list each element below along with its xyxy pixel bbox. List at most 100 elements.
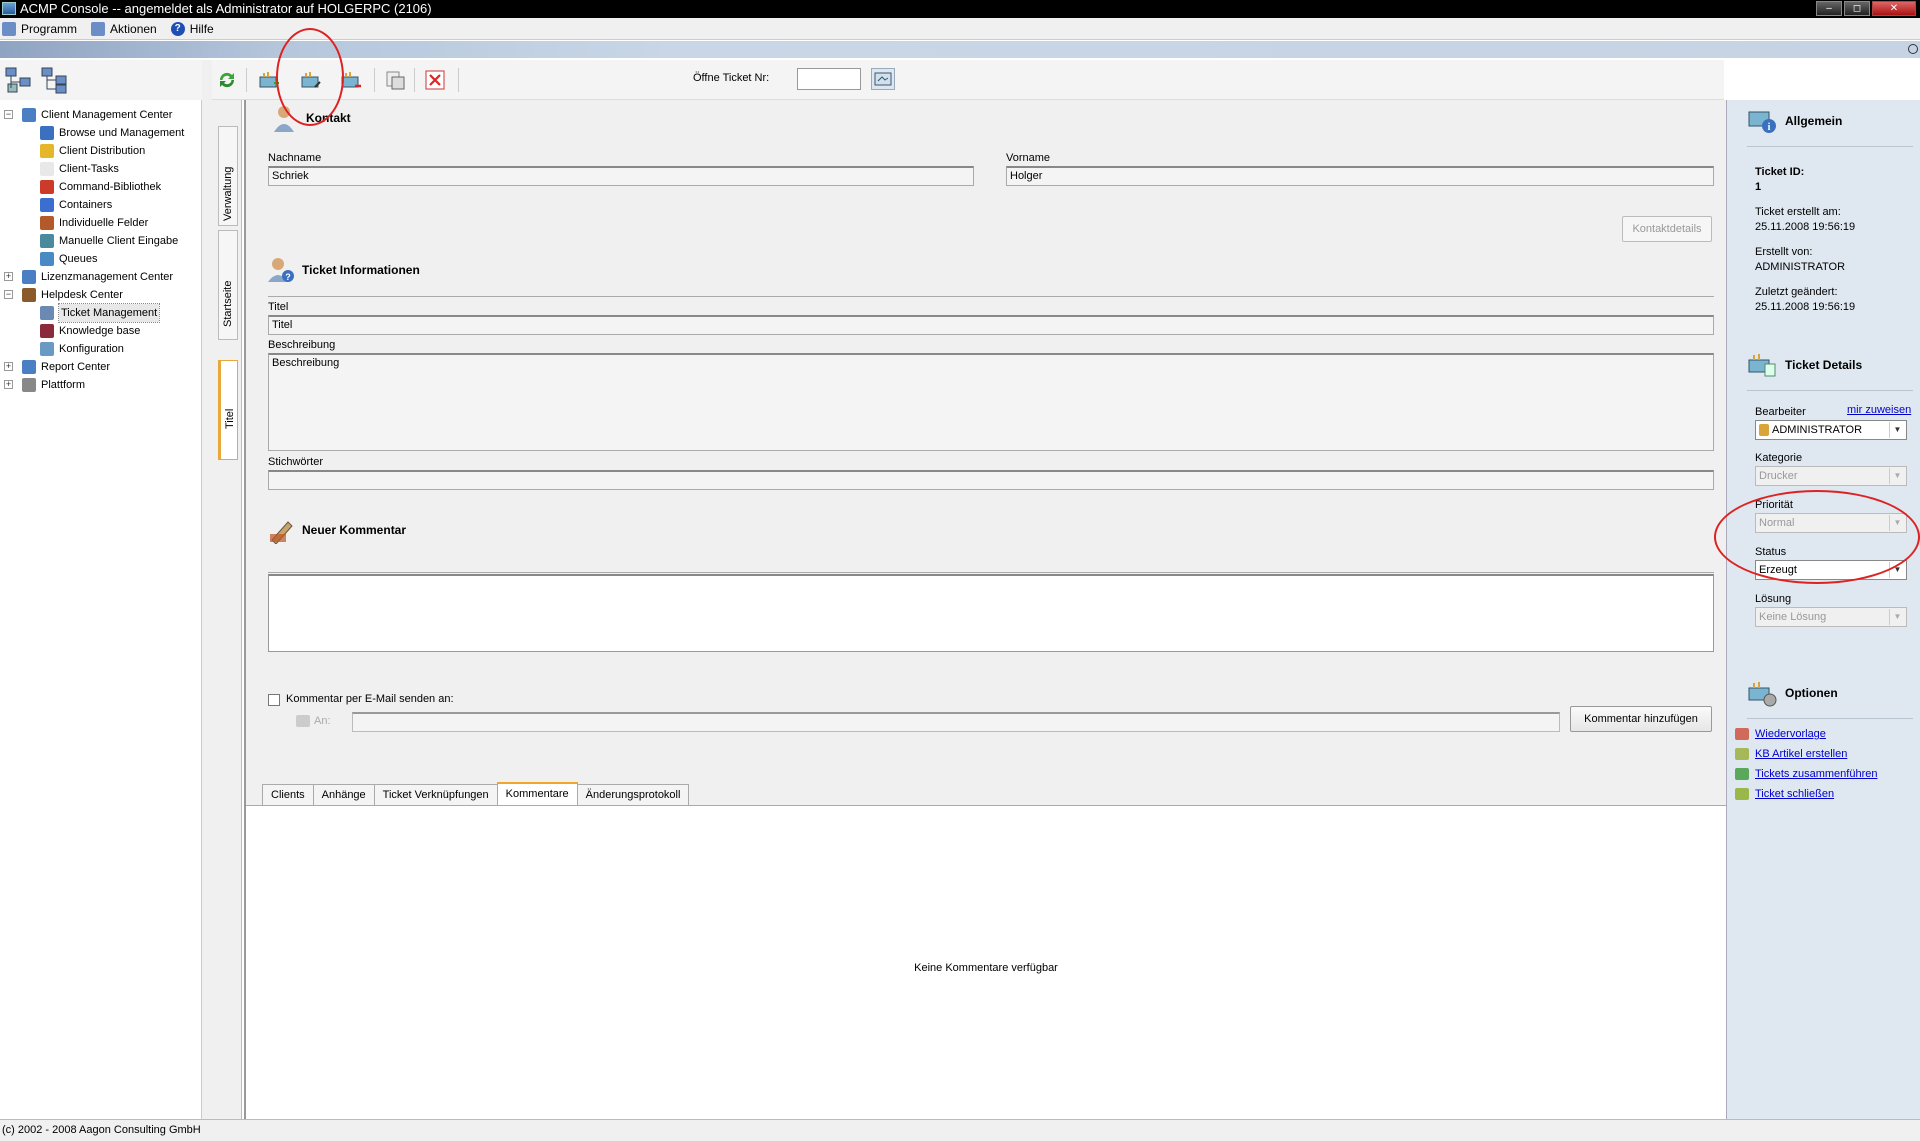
tree-item[interactable]: Individuelle Felder [40,214,148,232]
app-icon [2,2,16,15]
chevron-down-icon: ▼ [1889,609,1905,625]
tree-node-icon [40,324,54,338]
loesung-select[interactable]: Keine Lösung ▼ [1755,607,1907,627]
tab-item[interactable]: Änderungsprotokoll [576,784,690,806]
tree-item[interactable]: − Client Management Center [4,106,173,124]
print-button[interactable] [380,66,410,94]
titel-field[interactable]: Titel [268,315,1714,335]
tab-item[interactable]: Kommentare [496,782,578,806]
tree-node-icon [22,270,36,284]
kontaktdetails-button[interactable]: Kontaktdetails [1622,216,1712,242]
expand-collapse-icon[interactable]: + [4,362,13,371]
wiedervorlage-label: Wiedervorlage [1755,728,1826,740]
optionen-heading: Optionen [1785,686,1838,700]
open-ticket-button[interactable] [871,68,895,90]
recipient-field[interactable] [352,712,1560,732]
refresh-button[interactable] [212,66,242,94]
open-ticket-icon [874,72,892,86]
assign-to-me-link[interactable]: mir zuweisen [1847,404,1911,416]
menu-programm[interactable]: Programm [2,21,77,36]
new-comment-textarea[interactable] [268,574,1714,652]
main-toolbar: Öffne Ticket Nr: [212,60,1724,100]
tree-item-label: Client Management Center [41,109,173,121]
tree-node-icon [40,180,54,194]
tree-item[interactable]: Queues [40,250,98,268]
kb-artikel-label: KB Artikel erstellen [1755,748,1848,760]
tree-item-label: Containers [59,199,113,211]
kategorie-label: Kategorie [1755,452,1803,464]
wiedervorlage-link[interactable]: Wiedervorlage [1735,728,1826,740]
menu-hilfe[interactable]: ? Hilfe [170,21,214,36]
vtab-startseite[interactable]: Startseite [218,230,238,340]
tree-item-label: Queues [59,253,98,265]
expand-collapse-icon[interactable]: − [4,110,13,119]
kategorie-select[interactable]: Drucker ▼ [1755,466,1907,486]
vorname-field[interactable]: Holger [1006,166,1714,186]
tree-item[interactable]: Client Distribution [40,142,145,160]
tree-item[interactable]: + Plattform [4,376,85,394]
ticket-schliessen-link[interactable]: Ticket schließen [1735,788,1834,800]
tree-node-icon [22,108,36,122]
nachname-field[interactable]: Schriek [268,166,974,186]
tree-item-label: Client Distribution [59,145,146,157]
expand-collapse-icon[interactable]: − [4,290,13,299]
minimize-button[interactable]: ‒ [1816,1,1842,16]
divider [1747,146,1913,147]
open-ticket-input[interactable] [797,68,861,90]
an-label-text: An: [314,715,331,727]
stichwoerter-field[interactable] [268,470,1714,490]
tree-node-icon [40,342,54,356]
divider [1747,718,1913,719]
tree-item[interactable]: Command-Bibliothek [40,178,161,196]
tree-item-label: Individuelle Felder [59,217,149,229]
add-comment-button[interactable]: Kommentar hinzufügen [1570,706,1712,732]
window-titlebar: ACMP Console -- angemeldet als Administr… [0,0,1920,18]
kb-artikel-link[interactable]: KB Artikel erstellen [1735,748,1847,760]
tree-item-label: Report Center [41,361,111,373]
ticket-info-icon: ? [268,258,294,282]
menu-aktionen[interactable]: Aktionen [91,21,157,36]
beschreibung-field[interactable]: Beschreibung [268,353,1714,451]
tree-item[interactable]: Containers [40,196,112,214]
close-button[interactable]: ✕ [1872,1,1916,16]
expand-collapse-icon[interactable]: + [4,380,13,389]
tickets-zusammenfuehren-link[interactable]: Tickets zusammenführen [1735,768,1877,780]
tree-node-icon [40,144,54,158]
tab-item[interactable]: Ticket Verknüpfungen [373,784,498,806]
tree-item[interactable]: + Report Center [4,358,111,376]
vtab-titel[interactable]: Titel [218,360,238,460]
menu-aktionen-label: Aktionen [110,21,157,36]
tree-item[interactable]: + Lizenzmanagement Center [4,268,173,286]
tab-item[interactable]: Anhänge [312,784,375,806]
tree-node-icon [22,360,36,374]
tree-item[interactable]: − Helpdesk Center [4,286,123,304]
detail-tabs: Clients Anhänge Ticket Verknüpfungen Kommen… [262,782,690,806]
tree-item[interactable]: Knowledge base [40,322,140,340]
close-red-icon [425,70,445,90]
tree-item[interactable]: Konfiguration [40,340,124,358]
user-icon [1759,424,1769,437]
maximize-button[interactable]: ◻ [1844,1,1870,16]
tab-item[interactable]: Clients [262,784,314,806]
pin-icon[interactable] [1908,44,1918,54]
divider [1747,390,1913,391]
tree-item[interactable]: Client-Tasks [40,160,119,178]
collapse-tree-icon[interactable] [40,66,70,94]
bearbeiter-select[interactable]: ADMINISTRATOR ▼ [1755,420,1907,440]
tree-item[interactable]: Browse und Management [40,124,184,142]
geaendert-label: Zuletzt geändert: [1755,286,1838,298]
new-comment-icon [270,521,293,544]
splitter[interactable] [202,60,212,1119]
vtab-verwaltung[interactable]: Verwaltung [218,126,238,226]
tree-node-icon [40,198,54,212]
tree-item-label: Browse und Management [59,127,185,139]
tree-item[interactable]: Manuelle Client Eingabe [40,232,178,250]
tree-item-label: Konfiguration [59,343,124,355]
close-ticket-button[interactable] [420,66,450,94]
email-checkbox[interactable] [268,694,280,706]
program-icon [2,21,16,36]
tree-item[interactable]: Ticket Management [40,303,161,323]
expand-collapse-icon[interactable]: + [4,272,13,281]
ticket-details-header: Ticket Details [1747,350,1862,380]
expand-tree-icon[interactable] [4,66,34,94]
